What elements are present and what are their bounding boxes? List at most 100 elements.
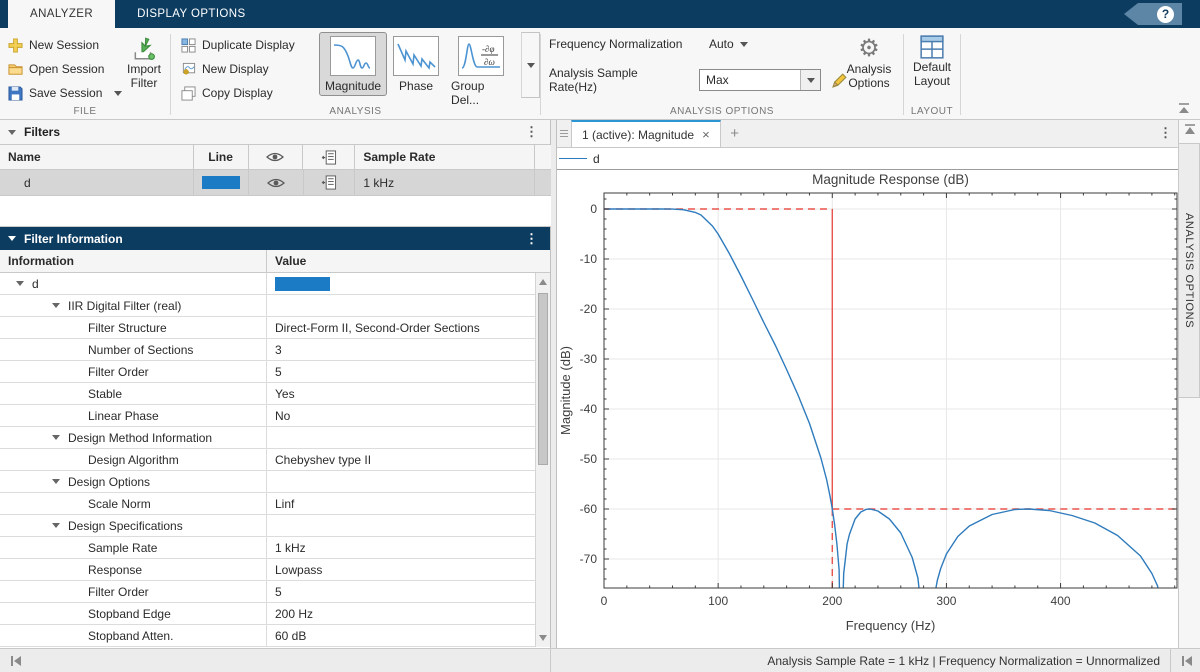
analysis-sample-rate-combo[interactable]: Max — [699, 69, 821, 91]
analysis-sample-rate-dropdown-button[interactable] — [800, 70, 820, 90]
help-button[interactable]: ? — [1124, 3, 1182, 25]
filter-line-cell[interactable] — [194, 170, 249, 195]
group-delay-button[interactable]: -∂φ ∂ω Group Del... — [445, 32, 517, 110]
filter-info-title: Filter Information — [24, 232, 123, 246]
info-value-cell: Direct-Form II, Second-Order Sections — [267, 317, 550, 338]
duplicate-display-icon — [181, 38, 196, 53]
default-layout-label2: Layout — [914, 74, 950, 88]
filter-info-menu-icon[interactable]: ⋮ — [521, 231, 542, 247]
import-filter-button[interactable]: Import Filter — [120, 36, 168, 90]
tabstrip-grip-icon[interactable] — [557, 120, 571, 147]
copy-display-label: Copy Display — [202, 86, 273, 100]
filter-info-row: Stopband Atten.60 dB — [0, 625, 550, 647]
status-bar: Analysis Sample Rate = 1 kHz | Frequency… — [0, 648, 1200, 672]
info-label-cell: Linear Phase — [0, 405, 267, 426]
collapse-right-panel-icon[interactable] — [1181, 655, 1194, 667]
info-label-text: Filter Order — [88, 365, 149, 379]
tab-analyzer[interactable]: ANALYZER — [8, 0, 115, 28]
phase-button[interactable]: Phase — [387, 32, 445, 96]
default-layout-button[interactable]: Default Layout — [908, 34, 956, 88]
new-display-button[interactable]: New Display — [177, 57, 299, 81]
filter-row-d[interactable]: d 1 kHz — [0, 170, 551, 196]
section-label-layout: LAYOUT — [904, 106, 960, 117]
freq-normalization-caret-icon — [740, 42, 748, 47]
status-separator — [1170, 649, 1171, 672]
filter-info-cell[interactable] — [304, 170, 356, 195]
scrollbar-thumb[interactable] — [538, 293, 548, 465]
info-value-cell: Lowpass — [267, 559, 550, 580]
info-label-text: Sample Rate — [88, 541, 157, 555]
note-icon — [321, 175, 337, 190]
filters-menu-icon[interactable]: ⋮ — [521, 124, 542, 140]
scroll-up-icon[interactable] — [539, 279, 547, 285]
info-label-text: Design Method Information — [68, 431, 212, 445]
info-label-text: Design Algorithm — [88, 453, 179, 467]
tab-analyzer-label: ANALYZER — [30, 8, 93, 20]
filter-info-row: Stopband Edge200 Hz — [0, 603, 550, 625]
svg-text:-60: -60 — [580, 502, 598, 516]
col-visibility — [249, 145, 304, 169]
col-info — [303, 145, 355, 169]
tree-expand-icon[interactable] — [52, 523, 60, 528]
new-display-tab-button[interactable]: + — [721, 120, 749, 147]
new-display-icon — [181, 62, 196, 77]
filter-info-row: Response Lowpass — [0, 559, 550, 581]
svg-text:200: 200 — [822, 594, 842, 608]
filter-visibility-cell[interactable] — [249, 170, 304, 195]
new-session-icon — [8, 38, 23, 53]
info-label-text: Design Specifications — [68, 519, 183, 533]
gallery-dropdown-button[interactable] — [521, 32, 540, 98]
open-session-button[interactable]: Open Session — [4, 57, 126, 81]
new-session-label: New Session — [29, 38, 99, 52]
collapse-ribbon-button[interactable] — [1177, 103, 1191, 115]
tree-expand-icon[interactable] — [52, 479, 60, 484]
freq-normalization-dropdown[interactable]: Auto — [709, 37, 748, 51]
info-value-cell — [267, 471, 550, 492]
filter-name-cell: d — [0, 170, 194, 195]
info-label-cell: Response — [0, 559, 267, 580]
right-dock-strip: ANALYSIS OPTIONS — [1178, 120, 1200, 648]
ribbon-section-layout: Default Layout LAYOUT — [904, 28, 960, 119]
scroll-down-icon[interactable] — [539, 635, 547, 641]
filters-collapse-icon[interactable] — [8, 130, 16, 135]
collapse-left-panel-icon[interactable] — [10, 655, 23, 667]
info-value-text: 5 — [275, 585, 282, 599]
info-label-cell: Design Method Information — [0, 427, 267, 448]
display-menu-icon[interactable]: ⋮ — [1159, 125, 1172, 141]
section-label-analysis: ANALYSIS — [171, 106, 540, 117]
tree-expand-icon[interactable] — [52, 435, 60, 440]
save-session-button[interactable]: Save Session — [4, 81, 126, 105]
new-session-button[interactable]: New Session — [4, 33, 126, 57]
legend-label: d — [593, 152, 600, 166]
filter-info-row: Design AlgorithmChebyshev type II — [0, 449, 550, 471]
save-session-dropdown-icon[interactable] — [114, 91, 122, 96]
magnitude-button[interactable]: Magnitude — [319, 32, 387, 96]
filter-info-row: Design Method Information — [0, 427, 550, 449]
group-delay-label: Group Del... — [451, 79, 511, 107]
info-value-cell: 3 — [267, 339, 550, 360]
copy-display-button[interactable]: Copy Display — [177, 81, 299, 105]
tree-expand-icon[interactable] — [52, 303, 60, 308]
phase-icon — [393, 36, 439, 76]
filter-filler-cell — [535, 170, 551, 195]
gallery-dropdown-icon — [527, 63, 535, 68]
default-layout-icon — [919, 34, 945, 60]
info-label-cell: Filter Structure — [0, 317, 267, 338]
svg-text:-40: -40 — [580, 402, 598, 416]
filter-info-columns: Information Value — [0, 250, 550, 273]
new-display-label: New Display — [202, 62, 269, 76]
filter-info-collapse-icon[interactable] — [8, 236, 16, 241]
analysis-options-button[interactable]: ⚙ Analysis Options — [841, 36, 897, 90]
group-delay-icon: -∂φ ∂ω — [458, 36, 504, 76]
filter-info-scrollbar[interactable] — [535, 273, 550, 647]
duplicate-display-button[interactable]: Duplicate Display — [177, 33, 299, 57]
collapse-panel-up-icon[interactable] — [1183, 124, 1197, 136]
info-value-text: Lowpass — [275, 563, 322, 577]
tab-close-icon[interactable]: × — [702, 127, 710, 142]
gear-icon: ⚙ — [858, 36, 880, 62]
tab-display-options[interactable]: DISPLAY OPTIONS — [115, 0, 267, 28]
analysis-options-side-tab[interactable]: ANALYSIS OPTIONS — [1179, 143, 1200, 398]
tree-expand-icon[interactable] — [16, 281, 24, 286]
info-value-cell — [267, 295, 550, 316]
display-tab-1[interactable]: 1 (active): Magnitude × — [571, 120, 721, 147]
